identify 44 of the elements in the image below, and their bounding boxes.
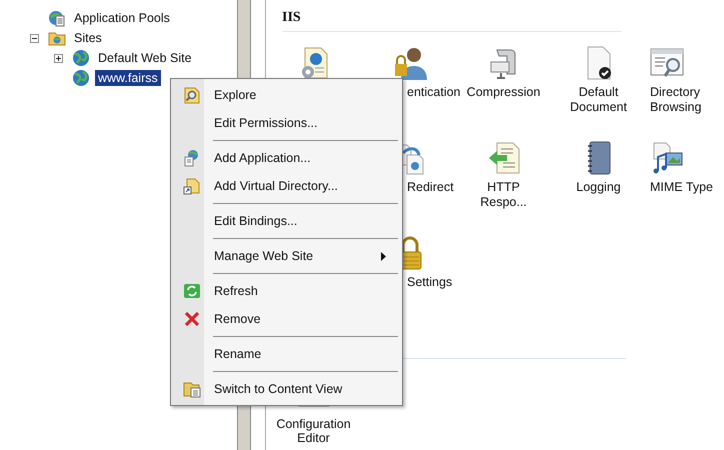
feature-label: Settings <box>407 275 452 290</box>
feature-label: Browsing <box>650 100 702 115</box>
server-icon <box>48 9 66 27</box>
feature-label: Redirect <box>407 180 454 195</box>
globe-icon <box>72 69 90 87</box>
feature-label: Document <box>570 100 627 115</box>
menu-item[interactable]: Refresh <box>173 277 400 305</box>
document-globe-icon <box>183 149 201 167</box>
feature-label: HTTP <box>487 180 520 195</box>
feature-label: Compression <box>466 85 540 100</box>
menu-item[interactable]: Edit Permissions... <box>173 109 400 137</box>
feature-label: Directory <box>650 85 700 100</box>
document-arrow-icon[interactable] <box>486 141 520 175</box>
section-title: IIS <box>282 10 622 32</box>
window-magnifier-icon[interactable] <box>650 46 684 80</box>
feature-label: Default <box>578 85 618 100</box>
menu-item[interactable]: Rename <box>173 340 400 368</box>
tree-item[interactable]: Application Pools <box>71 10 173 26</box>
menu-item[interactable]: Add Application... <box>173 144 400 172</box>
menu-item[interactable]: Manage Web Site <box>173 242 400 270</box>
feature-label: Respo... <box>480 195 527 210</box>
close-icon <box>183 310 201 328</box>
menu-item[interactable]: Edit Bindings... <box>173 207 400 235</box>
globe-icon <box>72 49 90 67</box>
menu-item[interactable]: Add Virtual Directory... <box>173 172 400 200</box>
expander-icon[interactable] <box>30 34 39 42</box>
tree-item[interactable]: www.fairss <box>95 70 161 86</box>
feature-label: entication <box>407 85 461 100</box>
feature-label: Editor <box>297 431 330 445</box>
menu-item[interactable]: Explore <box>173 81 400 109</box>
expander-icon[interactable] <box>54 54 63 62</box>
feature-label: Logging <box>576 180 621 195</box>
feature-label: MIME Type <box>650 180 713 195</box>
menu-item[interactable]: Switch to Content View <box>173 375 400 403</box>
submenu-arrow-icon <box>381 252 386 260</box>
menu-item[interactable]: Remove <box>173 305 400 333</box>
tree-item[interactable]: Sites <box>71 30 105 46</box>
feature-label: Configuration <box>276 417 351 431</box>
tree-item[interactable]: Default Web Site <box>95 50 195 66</box>
folder-shortcut-icon <box>183 177 201 195</box>
person-lock-icon[interactable] <box>393 46 427 80</box>
folder-magnifier-icon <box>183 86 201 104</box>
folder-document-icon <box>183 380 201 398</box>
refresh-icon <box>183 282 201 300</box>
